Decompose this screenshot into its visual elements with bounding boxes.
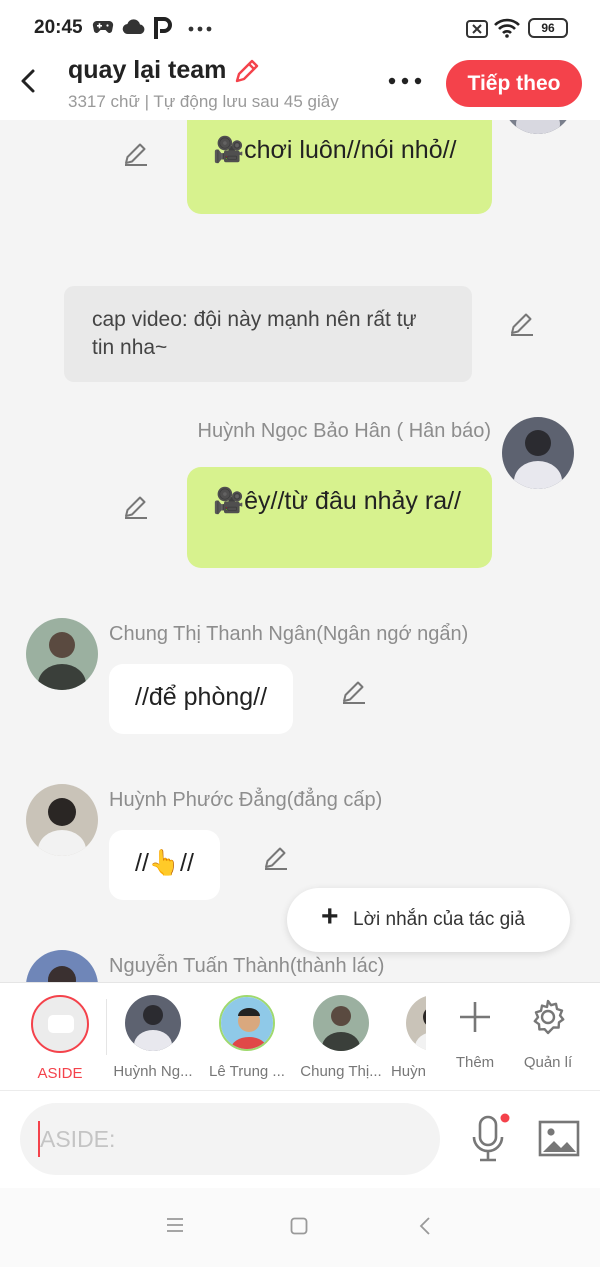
home-nav-icon[interactable] (290, 1217, 308, 1235)
chat-script-area[interactable]: 🎥chơi luôn//nói nhỏ// cap video: đội này… (0, 120, 600, 982)
wifi-icon (494, 18, 520, 38)
compose-area (0, 1090, 600, 1188)
text-cursor (38, 1121, 40, 1157)
back-nav-icon[interactable] (418, 1216, 432, 1236)
sender-name: Nguyễn Tuấn Thành(thành lác) (109, 955, 385, 977)
sim-off-icon (466, 20, 488, 38)
cloud-icon (122, 19, 145, 35)
edit-message-icon[interactable] (122, 139, 150, 167)
menu-nav-icon[interactable] (166, 1217, 184, 1233)
message-bubble[interactable]: 🎥êy//từ đâu nhảy ra// (187, 467, 492, 568)
edit-message-icon[interactable] (122, 492, 150, 520)
sender-name: Huỳnh Phước Đẳng(đẳng cấp) (109, 789, 383, 811)
word-count-autosave: 3317 chữ | Tự động lưu sau 45 giây (68, 92, 339, 111)
sender-avatar[interactable] (26, 618, 98, 690)
character-selector: ASIDE Huỳnh Ng... Lê Trung ... Chung Thị… (0, 982, 600, 1090)
author-note-button[interactable]: + Lời nhắn của tác giả (287, 888, 570, 952)
gear-icon (533, 999, 565, 1035)
more-options-button[interactable] (384, 66, 426, 96)
edit-message-icon[interactable] (340, 677, 368, 705)
sender-name: Chung Thị Thanh Ngân(Ngân ngớ ngẩn) (109, 623, 469, 645)
plus-icon: + (321, 900, 339, 933)
sender-name: Huỳnh Ngọc Bảo Hân ( Hân báo) (197, 420, 492, 442)
p-app-icon (154, 17, 172, 39)
sender-avatar[interactable] (502, 120, 574, 134)
narration-bubble[interactable]: cap video: đội này mạnh nên rất tự tin n… (64, 286, 472, 382)
plus-icon (460, 1002, 490, 1032)
author-note-label: Lời nhắn của tác giả (353, 909, 525, 930)
top-app-bar: quay lại team 3317 chữ | Tự động lưu sau… (0, 56, 600, 120)
aside-icon (31, 995, 89, 1053)
character-aside[interactable]: ASIDE (15, 995, 105, 1082)
character-avatar (219, 995, 275, 1051)
character-name: ASIDE (37, 1065, 83, 1082)
character-name: Lê Trung ... (209, 1063, 285, 1080)
manage-characters-button[interactable]: Quản lí (503, 995, 593, 1071)
edit-title-icon[interactable] (232, 56, 262, 86)
microphone-icon[interactable] (468, 1113, 512, 1165)
character-name: Chung Thị... (300, 1063, 382, 1080)
gamepad-icon (92, 20, 114, 34)
story-title: quay lại team (68, 56, 227, 84)
message-bubble[interactable]: //👆// (109, 830, 220, 900)
image-icon[interactable] (538, 1119, 580, 1159)
character-item[interactable]: Chung Thị... (296, 995, 386, 1080)
status-time: 20:45 (34, 17, 83, 38)
next-button[interactable]: Tiếp theo (446, 60, 582, 107)
sender-avatar[interactable] (26, 950, 98, 982)
character-item[interactable]: Huỳn (380, 995, 426, 1080)
manage-label: Quản lí (523, 1054, 573, 1071)
status-bar: 20:45 96 (0, 0, 600, 56)
character-name: Huỳn (390, 1063, 426, 1080)
character-name: Huỳnh Ng... (113, 1063, 193, 1080)
message-bubble[interactable]: 🎥chơi luôn//nói nhỏ// (187, 120, 492, 214)
message-input[interactable] (20, 1103, 440, 1175)
battery-level: 96 (541, 21, 555, 35)
message-bubble[interactable]: //để phòng// (109, 664, 294, 734)
character-item[interactable]: Lê Trung ... (202, 995, 292, 1080)
sender-avatar[interactable] (502, 417, 574, 489)
battery-indicator: 96 (528, 18, 568, 38)
more-notifications-icon (188, 26, 212, 32)
character-item[interactable]: Huỳnh Ng... (108, 995, 198, 1080)
edit-message-icon[interactable] (508, 309, 536, 337)
character-avatar (313, 995, 369, 1051)
divider (106, 999, 107, 1055)
character-avatar (406, 995, 426, 1051)
sender-avatar[interactable] (26, 784, 98, 856)
system-navigation-bar (0, 1188, 600, 1267)
back-button[interactable] (14, 66, 44, 96)
edit-message-icon[interactable] (262, 843, 290, 871)
character-avatar (125, 995, 181, 1051)
